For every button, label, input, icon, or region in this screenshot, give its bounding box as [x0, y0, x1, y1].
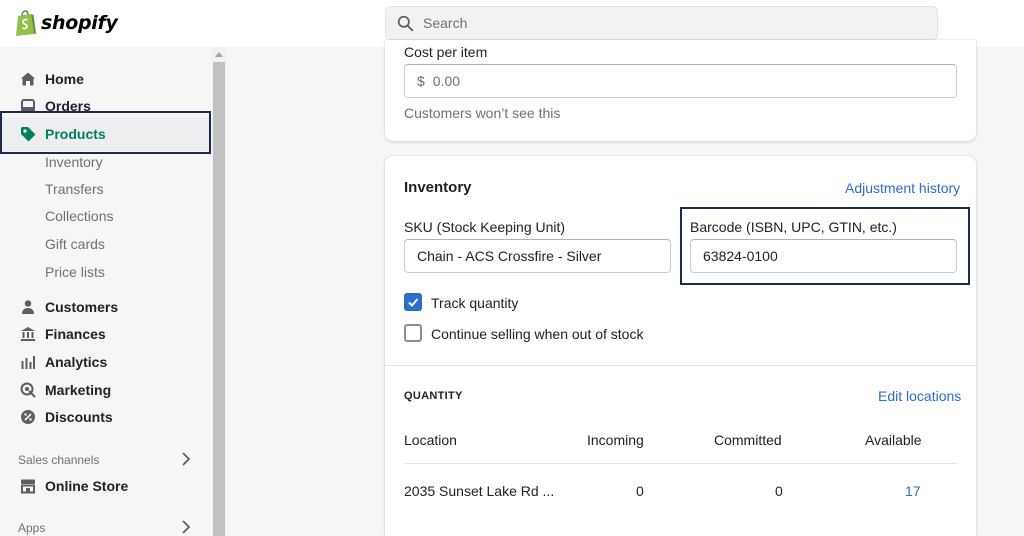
column-header-location: Location: [404, 432, 457, 448]
bar-chart-icon: [20, 354, 36, 370]
sidebar-item-label: Analytics: [45, 354, 108, 370]
sidebar-item-home[interactable]: Home: [0, 66, 212, 92]
available-cell[interactable]: 17: [905, 483, 921, 499]
scroll-up-arrow-icon[interactable]: [215, 52, 223, 57]
store-icon: [20, 478, 36, 494]
apps-heading: Apps: [18, 521, 46, 535]
sidebar-item-marketing[interactable]: Marketing: [0, 377, 212, 403]
column-header-incoming: Incoming: [587, 432, 644, 448]
sidebar-item-analytics[interactable]: Analytics: [0, 349, 212, 375]
sidebar-item-label: Marketing: [45, 382, 112, 398]
sidebar-item-discounts[interactable]: Discounts: [0, 404, 212, 430]
edit-locations-link[interactable]: Edit locations: [878, 388, 961, 404]
sidebar-item-label: Customers: [45, 299, 119, 315]
discount-icon: [20, 409, 36, 425]
sidebar-item-finances[interactable]: Finances: [0, 321, 212, 347]
inventory-title: Inventory: [404, 179, 472, 196]
adjustment-history-link[interactable]: Adjustment history: [845, 180, 960, 196]
scrollbar-thumb[interactable]: [213, 62, 225, 536]
sidebar-item-label: Online Store: [45, 478, 129, 494]
brand-name: shopify: [41, 12, 118, 34]
column-header-available: Available: [865, 432, 922, 448]
cost-per-item-value: 0.00: [432, 73, 461, 89]
target-icon: [20, 382, 36, 398]
sku-label: SKU (Stock Keeping Unit): [404, 219, 566, 235]
search-icon: [397, 15, 414, 31]
track-quantity-checkbox[interactable]: [404, 293, 422, 311]
chevron-right-icon[interactable]: [181, 520, 191, 534]
sidebar-subitem-gift-cards[interactable]: Gift cards: [45, 233, 105, 255]
shopify-bag-icon: [16, 10, 36, 36]
cost-per-item-field[interactable]: $ 0.00: [404, 64, 957, 98]
bank-icon: [20, 326, 36, 342]
quantity-heading: QUANTITY: [404, 390, 463, 402]
person-icon: [20, 299, 36, 315]
sidebar-subitem-price-lists[interactable]: Price lists: [45, 261, 105, 283]
sidebar-subitem-collections[interactable]: Collections: [45, 205, 113, 227]
incoming-cell: 0: [636, 483, 644, 499]
cost-help-text: Customers won’t see this: [404, 105, 561, 121]
checkmark-icon: [408, 298, 419, 307]
track-quantity-label: Track quantity: [431, 295, 519, 311]
shopify-logo[interactable]: shopify: [14, 10, 118, 36]
committed-cell: 0: [775, 483, 783, 499]
cost-per-item-label: Cost per item: [404, 44, 488, 60]
search-bar[interactable]: [385, 6, 938, 40]
table-header-divider: [404, 463, 957, 464]
section-divider: [385, 365, 976, 366]
sidebar-item-label: Finances: [45, 326, 106, 342]
chevron-right-icon[interactable]: [181, 452, 191, 466]
home-icon: [20, 71, 36, 87]
sku-value: Chain - ACS Crossfire - Silver: [417, 248, 602, 264]
sidebar-item-customers[interactable]: Customers: [0, 294, 212, 320]
sales-channels-heading: Sales channels: [18, 453, 100, 467]
currency-symbol: $: [417, 73, 425, 89]
sidebar-subitem-transfers[interactable]: Transfers: [45, 178, 104, 200]
sidebar-item-label: Discounts: [45, 409, 113, 425]
location-cell: 2035 Sunset Lake Rd ...: [404, 483, 555, 499]
search-input[interactable]: [423, 15, 903, 31]
sku-field[interactable]: Chain - ACS Crossfire - Silver: [404, 239, 671, 273]
products-highlight-box: [0, 111, 211, 154]
barcode-highlight-box: [680, 207, 970, 285]
continue-selling-label: Continue selling when out of stock: [431, 326, 644, 342]
sidebar-item-online-store[interactable]: Online Store: [0, 473, 212, 499]
column-header-committed: Committed: [714, 432, 782, 448]
continue-selling-checkbox[interactable]: [404, 324, 422, 342]
sidebar-subitem-inventory[interactable]: Inventory: [45, 151, 103, 173]
sidebar-item-label: Home: [45, 71, 84, 87]
